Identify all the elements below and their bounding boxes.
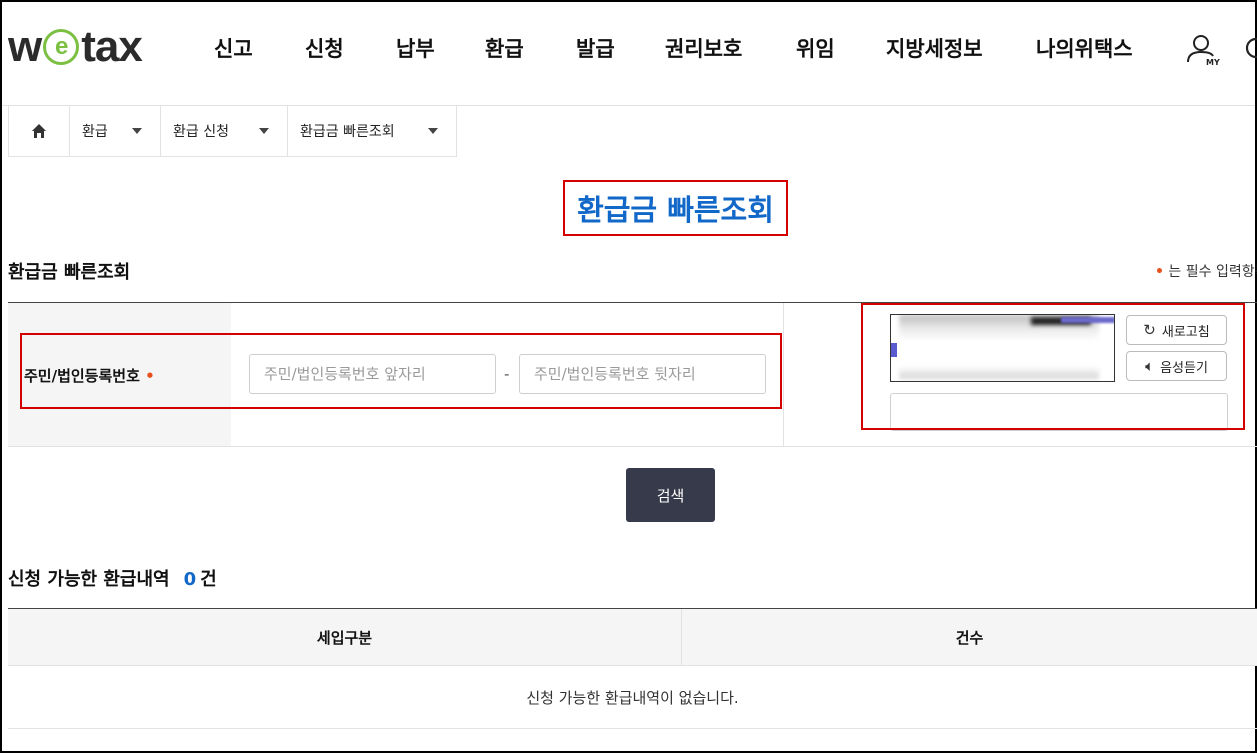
section-title: 환급금 빠른조회	[8, 262, 131, 283]
nav-item-report[interactable]: 신고	[214, 33, 253, 63]
site-header: w e tax 신고 신청 납부 환급 발급 권리보호 위임 지방세정보 나의위…	[2, 2, 1257, 106]
breadcrumb-label: 환급 신청	[173, 124, 229, 140]
empty-row: 신청 가능한 환급내역이 없습니다.	[8, 666, 1257, 729]
results-count: 0	[183, 569, 197, 590]
nav-item-apply[interactable]: 신청	[305, 33, 344, 63]
my-label: MY	[1206, 58, 1220, 67]
breadcrumb: 환급 환급 신청 환급금 빠른조회	[8, 106, 457, 157]
required-note: • 는 필수 입력항목입니다	[1155, 261, 1257, 281]
logo-e-circle: e	[43, 29, 80, 65]
results-unit: 건	[200, 569, 217, 590]
highlight-box-id	[20, 333, 782, 409]
breadcrumb-home[interactable]	[9, 106, 70, 156]
results-title-text: 신청 가능한 환급내역	[8, 569, 170, 590]
nav-item-my-wetax[interactable]: 나의위택스	[1036, 33, 1133, 63]
breadcrumb-item-refund[interactable]: 환급	[70, 106, 161, 156]
nav-item-delegate[interactable]: 위임	[796, 33, 835, 63]
nav-item-pay[interactable]: 납부	[396, 33, 435, 63]
table-header: 세입구분 건수	[8, 609, 1257, 666]
required-note-text: 는 필수 입력항목입니다	[1168, 264, 1257, 280]
home-icon	[32, 124, 46, 138]
results-title: 신청 가능한 환급내역 0 건	[8, 565, 217, 591]
results-table: 세입구분 건수 신청 가능한 환급내역이 없습니다.	[8, 608, 1257, 729]
breadcrumb-label: 환급	[82, 124, 108, 140]
search-icon[interactable]	[1242, 36, 1257, 64]
nav-item-issue[interactable]: 발급	[576, 33, 615, 63]
wetax-logo[interactable]: w e tax	[8, 22, 143, 72]
logo-tax: tax	[81, 22, 143, 71]
user-my-icon[interactable]: MY	[1184, 32, 1222, 70]
breadcrumb-label: 환급금 빠른조회	[300, 124, 395, 140]
page-title: 환급금 빠른조회	[563, 180, 788, 236]
caret-down-icon	[132, 128, 142, 134]
logo-w: w	[8, 22, 42, 71]
nav-item-refund[interactable]: 환급	[485, 33, 524, 63]
column-header-count: 건수	[955, 628, 984, 647]
column-divider	[783, 303, 784, 446]
caret-down-icon	[259, 128, 269, 134]
search-button[interactable]: 검색	[626, 468, 715, 522]
nav-item-local-tax-info[interactable]: 지방세정보	[886, 33, 983, 63]
nav-item-rights[interactable]: 권리보호	[665, 33, 742, 63]
breadcrumb-item-quick-lookup[interactable]: 환급금 빠른조회	[288, 106, 457, 156]
highlight-box-captcha	[861, 303, 1245, 430]
column-header-tax-type: 세입구분	[8, 609, 682, 665]
required-dot: •	[1155, 264, 1164, 280]
caret-down-icon	[428, 128, 438, 134]
breadcrumb-item-refund-apply[interactable]: 환급 신청	[161, 106, 288, 156]
